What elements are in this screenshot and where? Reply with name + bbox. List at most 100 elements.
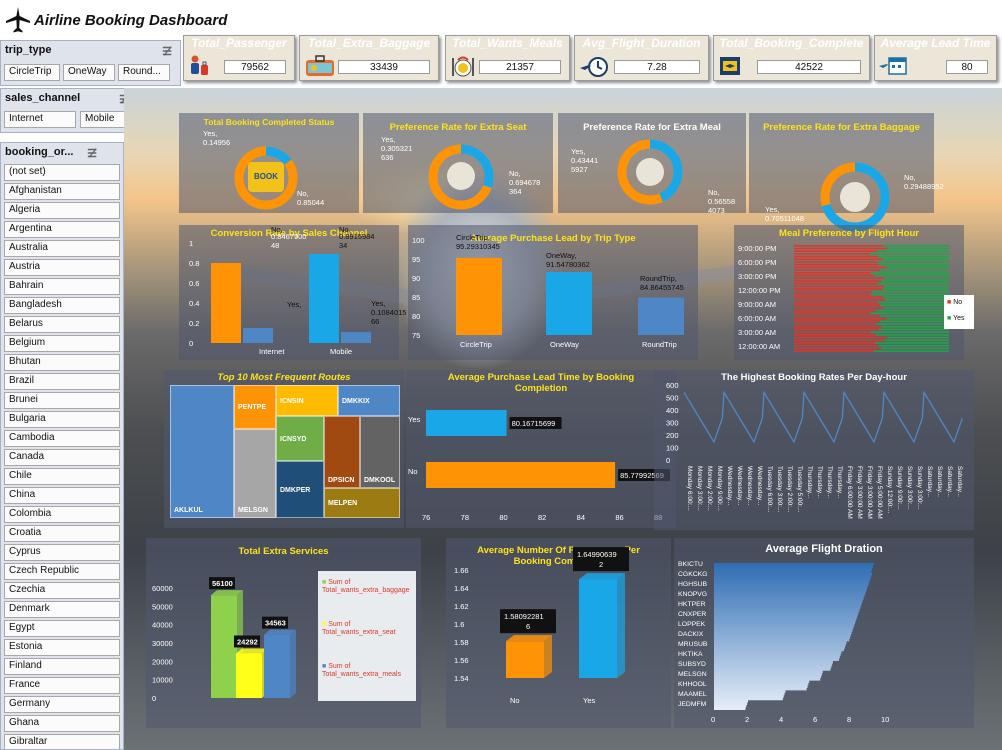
slicer-item-origin[interactable]: Chile bbox=[4, 468, 120, 485]
kpi-average-lead-time: Average Lead Time 80 bbox=[874, 35, 997, 81]
bar-no bbox=[794, 288, 883, 290]
y-tick: 3:00:00 PM bbox=[738, 272, 776, 281]
slicer-item-origin[interactable]: Bangladesh bbox=[4, 297, 120, 314]
clear-filter-icon[interactable]: ☰̸ bbox=[162, 45, 172, 58]
y-tick: BKICTU bbox=[678, 561, 703, 568]
slicer-item-origin[interactable]: Bhutan bbox=[4, 354, 120, 371]
bar-yes bbox=[880, 269, 949, 271]
slicer-item-origin[interactable]: Belgium bbox=[4, 335, 120, 352]
y-tick: 500 bbox=[666, 394, 679, 403]
x-tick: Sunday 3:00:... bbox=[916, 466, 923, 510]
slicer-item-origin[interactable]: Austria bbox=[4, 259, 120, 276]
x-tick: 4 bbox=[779, 715, 783, 724]
x-tick: Saturday... bbox=[946, 466, 953, 497]
y-tick: 0 bbox=[152, 694, 156, 703]
slicer-item-origin[interactable]: Cyprus bbox=[4, 544, 120, 561]
treemap-cell: DMKPER bbox=[276, 461, 324, 518]
route-label: DMKOOL bbox=[364, 477, 396, 484]
slicer-item-origin[interactable]: Germany bbox=[4, 696, 120, 713]
slicer-item-origin[interactable]: Egypt bbox=[4, 620, 120, 637]
slicer-item-internet[interactable]: Internet bbox=[4, 111, 76, 128]
slicer-item-origin[interactable]: China bbox=[4, 487, 120, 504]
bar-yes bbox=[887, 317, 949, 320]
slicer-item-origin[interactable]: Estonia bbox=[4, 639, 120, 656]
bar-no bbox=[794, 309, 876, 312]
slicer-booking-origin[interactable]: booking_or... ☰̸ (not set) Afghanistan Alge… bbox=[0, 142, 124, 750]
x-tick: OneWay bbox=[550, 340, 579, 349]
slicer-trip-type[interactable]: trip_type ☰̸ CircleTrip OneWay Round... bbox=[0, 40, 181, 86]
slicer-item-origin[interactable]: Czech Republic bbox=[4, 563, 120, 580]
meal-icon bbox=[636, 158, 664, 186]
slicer-item-origin[interactable]: Bulgaria bbox=[4, 411, 120, 428]
y-tick: 1 bbox=[189, 239, 193, 248]
bar-no bbox=[794, 253, 870, 255]
slicer-item-origin[interactable]: Bahrain bbox=[4, 278, 120, 295]
bar-no bbox=[211, 263, 241, 343]
bar-yes bbox=[880, 320, 949, 323]
x-tick: Yes bbox=[583, 696, 595, 705]
bar-yes bbox=[872, 290, 949, 293]
clear-filter-icon[interactable]: ☰̸ bbox=[87, 147, 97, 160]
slicer-item-origin[interactable]: Czechia bbox=[4, 582, 120, 599]
x-tick: 8 bbox=[847, 715, 851, 724]
slicer-item-origin[interactable]: Cambodia bbox=[4, 430, 120, 447]
route-label: DMKPER bbox=[280, 486, 311, 494]
y-tick: SUBSYD bbox=[678, 661, 706, 668]
slicer-item-oneway[interactable]: OneWay bbox=[63, 64, 115, 81]
route-label: DMKKIX bbox=[342, 397, 370, 405]
y-tick: 95 bbox=[412, 255, 420, 264]
slicer-item-origin[interactable]: Gibraltar bbox=[4, 734, 120, 749]
bar-yes bbox=[878, 255, 949, 258]
bar-yes bbox=[876, 309, 949, 312]
panel-day-hour: The Highest Booking Rates Per Day-hour 6… bbox=[654, 370, 974, 530]
slicer-item-origin[interactable]: Algeria bbox=[4, 202, 120, 219]
slicer-item-origin[interactable]: Australia bbox=[4, 240, 120, 257]
slicer-item-origin[interactable]: Belarus bbox=[4, 316, 120, 333]
slicer-item-origin[interactable]: Argentina bbox=[4, 221, 120, 238]
y-tick: 85 bbox=[412, 293, 420, 302]
x-tick: Monday 9:00:... bbox=[716, 466, 723, 511]
slicer-item-roundtrip[interactable]: Round... bbox=[118, 64, 170, 81]
slicer-item-origin[interactable]: Afghanistan bbox=[4, 183, 120, 200]
kpi-total-passenger: Total_Passenger 79562 bbox=[183, 35, 295, 81]
data-label: 2 bbox=[599, 560, 603, 569]
bar-yes bbox=[878, 301, 949, 304]
slicer-item-origin[interactable]: France bbox=[4, 677, 120, 694]
bar bbox=[264, 634, 290, 698]
y-tick: KHHOOL bbox=[678, 681, 707, 688]
bar-no bbox=[794, 247, 887, 250]
route-label: AKLKUL bbox=[174, 507, 203, 514]
bar-top bbox=[579, 573, 625, 580]
y-tick: MAAMEL bbox=[678, 691, 707, 698]
bar-yes bbox=[883, 288, 949, 290]
bar bbox=[579, 579, 617, 678]
slicer-item-origin[interactable]: Brunei bbox=[4, 392, 120, 409]
slicer-item-origin[interactable]: Ghana bbox=[4, 715, 120, 732]
slicer-item-circletrip[interactable]: CircleTrip bbox=[4, 64, 60, 81]
bar-yes bbox=[341, 332, 371, 343]
bar-no bbox=[794, 344, 878, 347]
treemap-cell: ICNSYD bbox=[276, 416, 324, 461]
y-tick: 20000 bbox=[152, 657, 173, 666]
slicer-item-origin[interactable]: Colombia bbox=[4, 506, 120, 523]
y-tick: 50000 bbox=[152, 602, 173, 611]
book-icon: BOOK bbox=[248, 162, 284, 192]
panel-flight-duration: Average Flight Dration BKICTU CGKCKG HGHSU… bbox=[674, 538, 974, 728]
slicer-item-origin[interactable]: Finland bbox=[4, 658, 120, 675]
kpi-value: 7.28 bbox=[614, 60, 700, 74]
slicer-item-origin[interactable]: Canada bbox=[4, 449, 120, 466]
bar bbox=[506, 641, 544, 678]
y-tick: 0 bbox=[189, 339, 193, 348]
slicer-item-origin[interactable]: Croatia bbox=[4, 525, 120, 542]
dashboard-canvas: Total Booking Completed Status Yes, 0.149… bbox=[124, 88, 1002, 750]
bar-no bbox=[794, 274, 875, 277]
data-label: 24292 bbox=[237, 637, 258, 646]
x-tick: Wednesday... bbox=[746, 466, 753, 505]
route-label: PENTPE bbox=[238, 404, 267, 411]
treemap-cell: MELPEN bbox=[324, 488, 400, 518]
x-tick: Friday 3:00:00 AM bbox=[866, 466, 873, 519]
slicer-item-origin[interactable]: Brazil bbox=[4, 373, 120, 390]
slicer-item-origin[interactable]: (not set) bbox=[4, 164, 120, 181]
slicer-item-origin[interactable]: Denmark bbox=[4, 601, 120, 618]
x-tick: Thursday... bbox=[816, 466, 823, 498]
